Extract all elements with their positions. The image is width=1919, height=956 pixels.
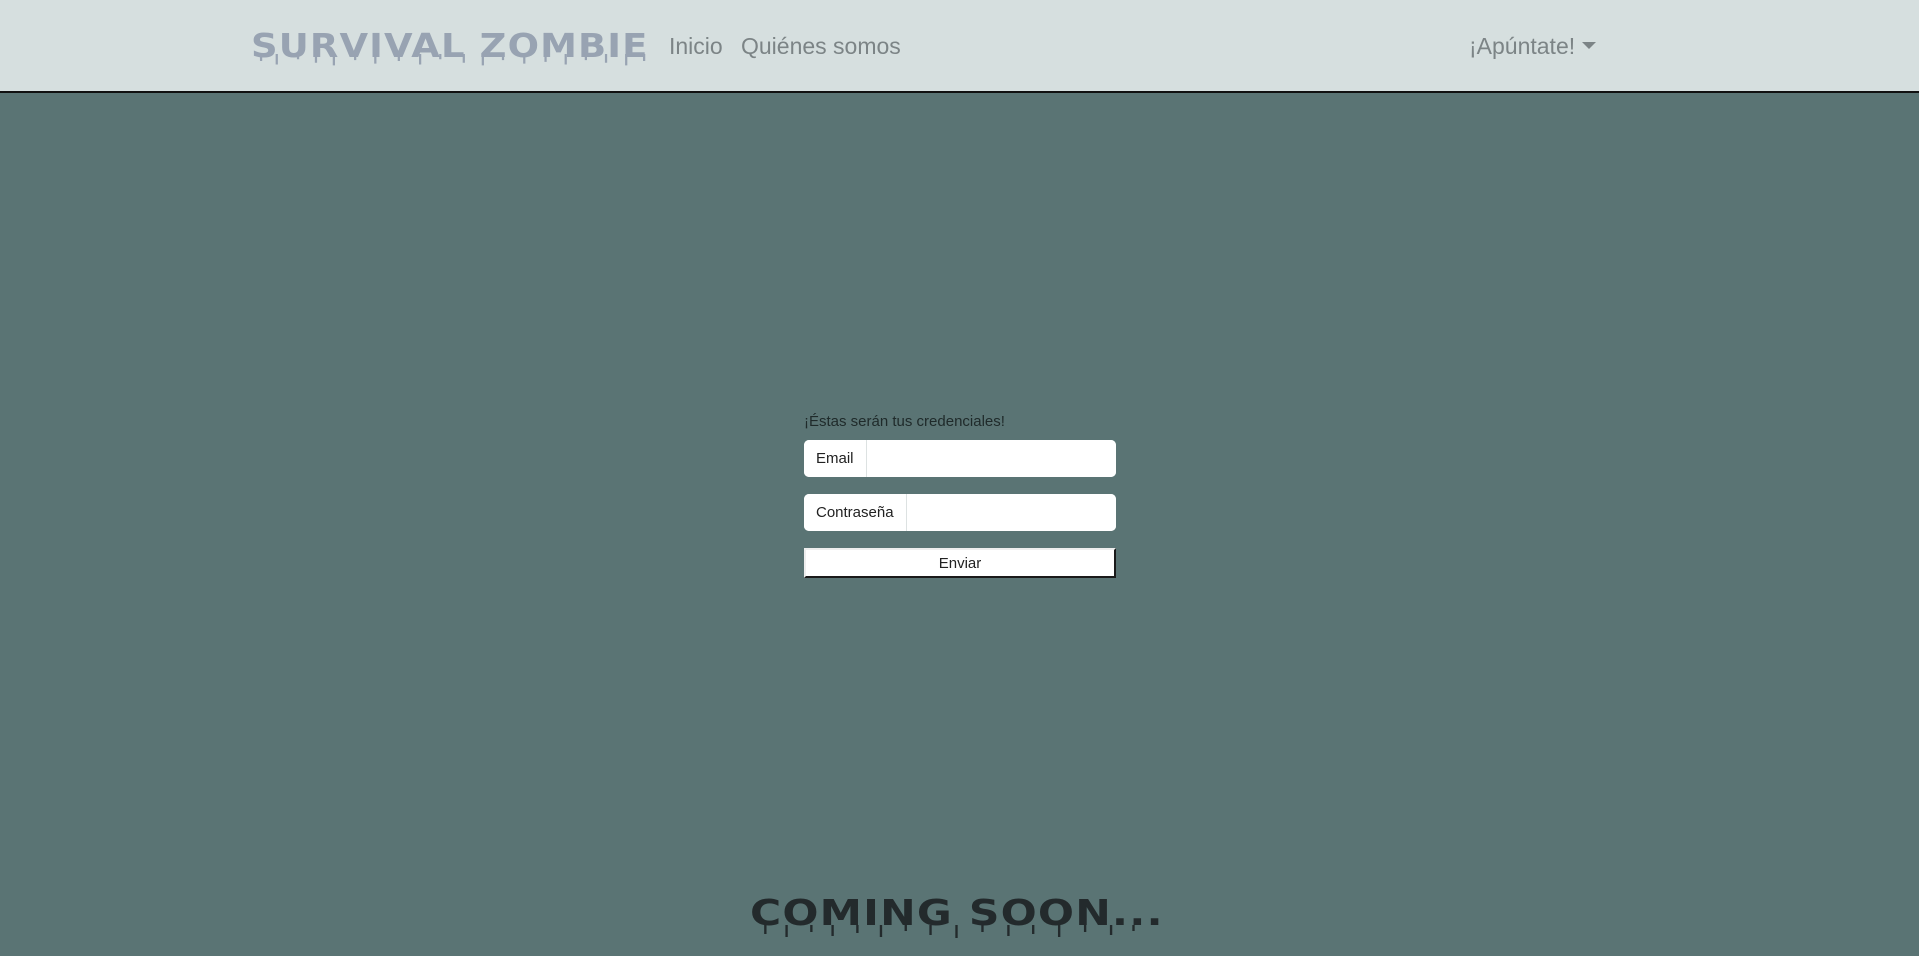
nav-link-inicio[interactable]: Inicio bbox=[669, 33, 723, 60]
submit-button[interactable]: Enviar bbox=[804, 548, 1116, 578]
brand-logo[interactable]: SURVIVAL ZOMBIE bbox=[251, 26, 649, 66]
password-label: Contraseña bbox=[804, 494, 907, 531]
nav-link-quienes-somos[interactable]: Quiénes somos bbox=[741, 33, 901, 60]
coming-soon-banner: COMING SOON... bbox=[750, 893, 1164, 938]
drip-decoration bbox=[764, 925, 1135, 938]
drip-decoration bbox=[259, 54, 646, 66]
signup-dropdown-toggle[interactable]: ¡Apúntate! bbox=[1469, 33, 1597, 60]
caret-down-icon bbox=[1582, 42, 1597, 49]
password-field[interactable] bbox=[906, 494, 1116, 531]
email-field[interactable] bbox=[866, 440, 1116, 477]
email-label: Email bbox=[804, 440, 867, 477]
signup-dropdown-label: ¡Apúntate! bbox=[1469, 33, 1576, 59]
email-input-group: Email bbox=[804, 440, 1116, 477]
form-heading: ¡Éstas serán tus credenciales! bbox=[804, 413, 1005, 430]
navbar: SURVIVAL ZOMBIE Inicio Quiénes somos ¡Ap… bbox=[0, 0, 1919, 93]
password-input-group: Contraseña bbox=[804, 494, 1116, 531]
credentials-form: ¡Éstas serán tus credenciales! Email Con… bbox=[804, 413, 1116, 578]
